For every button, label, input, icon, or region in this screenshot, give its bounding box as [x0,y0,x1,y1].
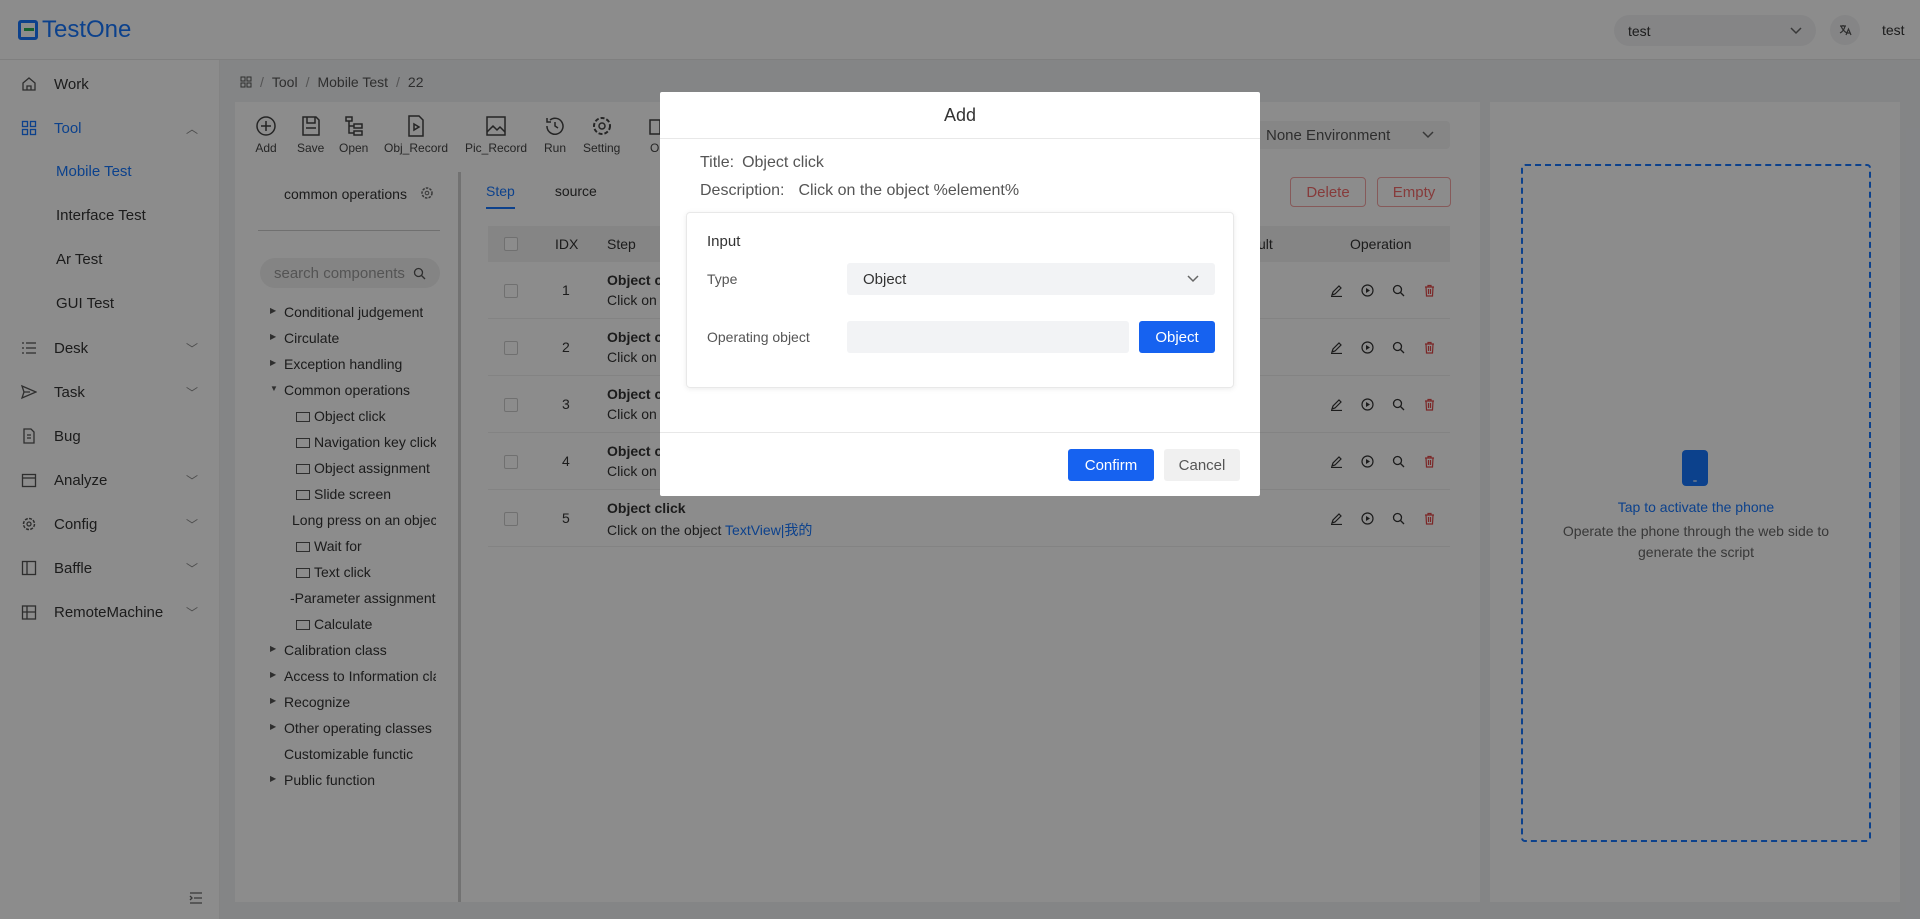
description-value: Click on the object %element% [798,182,1020,199]
dialog-description-line: Description: Click on the object %element… [700,182,1019,200]
type-select[interactable]: Object [847,263,1215,295]
operating-object-input[interactable] [847,321,1129,353]
dialog-title: Add [660,92,1260,139]
type-label: Type [707,271,738,287]
title-value: Object click [742,154,824,171]
input-heading: Input [707,233,741,250]
type-value: Object [863,270,907,288]
description-label: Description: [700,182,785,199]
add-dialog: Add Title: Object click Description: Click… [660,92,1260,496]
title-label: Title: [700,154,735,171]
input-card: Input Type Object Operating object Objec… [686,212,1234,388]
operating-object-label: Operating object [707,329,810,345]
object-button[interactable]: Object [1139,321,1215,353]
confirm-button[interactable]: Confirm [1068,449,1154,481]
dialog-title-line: Title: Object click [700,154,824,172]
chevron-down-icon [1187,275,1199,283]
cancel-button[interactable]: Cancel [1164,449,1240,481]
dialog-footer-divider [660,432,1260,433]
